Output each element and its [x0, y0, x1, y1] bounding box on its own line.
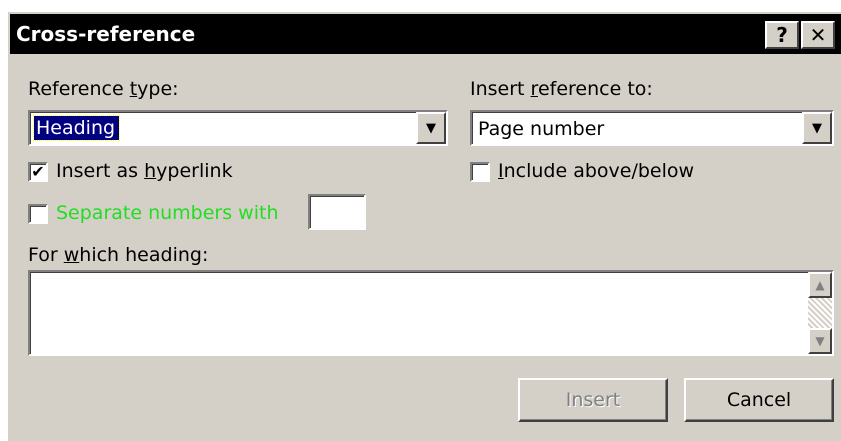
insert-reference-to-dropdown-button[interactable]: ▼ [802, 112, 832, 144]
close-icon: ✕ [809, 23, 827, 47]
insert-reference-label-text: Insert [470, 78, 531, 100]
chevron-down-icon: ▼ [812, 120, 822, 136]
reference-type-label: Reference type: [28, 78, 179, 100]
include-above-below-label[interactable]: Include above/below [498, 160, 694, 182]
cross-reference-dialog: Cross-reference ? ✕ Reference type: Head… [6, 10, 841, 441]
for-which-label-text-end: hich heading: [79, 244, 209, 266]
cancel-button[interactable]: Cancel [684, 378, 834, 422]
scroll-up-arrow-icon: ▲ [815, 278, 825, 292]
hyperlink-label-text: Insert as [56, 160, 145, 182]
scroll-down-arrow-icon: ▼ [815, 334, 825, 348]
reference-type-label-text: Reference [28, 78, 130, 100]
close-button[interactable]: ✕ [801, 21, 835, 49]
insert-as-hyperlink-label[interactable]: Insert as hyperlink [56, 160, 233, 182]
separate-numbers-label[interactable]: Separate numbers with [56, 202, 279, 224]
title-bar[interactable]: Cross-reference ? ✕ [10, 14, 841, 54]
separate-numbers-input[interactable] [308, 194, 366, 230]
insert-reference-label-text-end: eference to: [537, 78, 653, 100]
insert-button-label: Insert [565, 389, 621, 411]
scroll-down-button[interactable]: ▼ [808, 328, 832, 354]
hyperlink-label-text-end: yperlink [156, 160, 233, 182]
scrollbar-track[interactable] [808, 298, 832, 328]
help-button[interactable]: ? [765, 21, 799, 49]
insert-reference-to-select[interactable]: Page number ▼ [470, 110, 834, 146]
window-title: Cross-reference [16, 22, 196, 46]
insert-as-hyperlink-checkbox[interactable]: ✔ [28, 162, 48, 182]
insert-button[interactable]: Insert [518, 378, 668, 422]
help-icon: ? [776, 23, 788, 47]
for-which-label-text: For [28, 244, 64, 266]
hyperlink-label-accelerator: h [144, 160, 157, 182]
for-which-heading-label: For which heading: [28, 244, 208, 266]
reference-type-label-text-end: ype: [137, 78, 179, 100]
reference-type-value: Heading [32, 115, 121, 141]
reference-type-select[interactable]: Heading ▼ [28, 110, 448, 146]
chevron-down-icon: ▼ [426, 120, 436, 136]
separate-numbers-checkbox[interactable] [28, 204, 48, 224]
scroll-up-button[interactable]: ▲ [808, 272, 832, 298]
include-label-text: nclude above/below [503, 160, 695, 182]
cancel-button-label: Cancel [726, 389, 792, 411]
insert-reference-to-label: Insert reference to: [470, 78, 653, 100]
include-above-below-checkbox[interactable] [470, 162, 490, 182]
insert-reference-to-value: Page number [478, 118, 605, 140]
heading-list[interactable]: ▲ ▼ [28, 270, 834, 356]
insert-reference-label-accelerator: r [530, 78, 538, 100]
checkmark-icon: ✔ [31, 162, 45, 181]
for-which-label-accelerator: w [63, 244, 80, 266]
reference-type-dropdown-button[interactable]: ▼ [416, 112, 446, 144]
